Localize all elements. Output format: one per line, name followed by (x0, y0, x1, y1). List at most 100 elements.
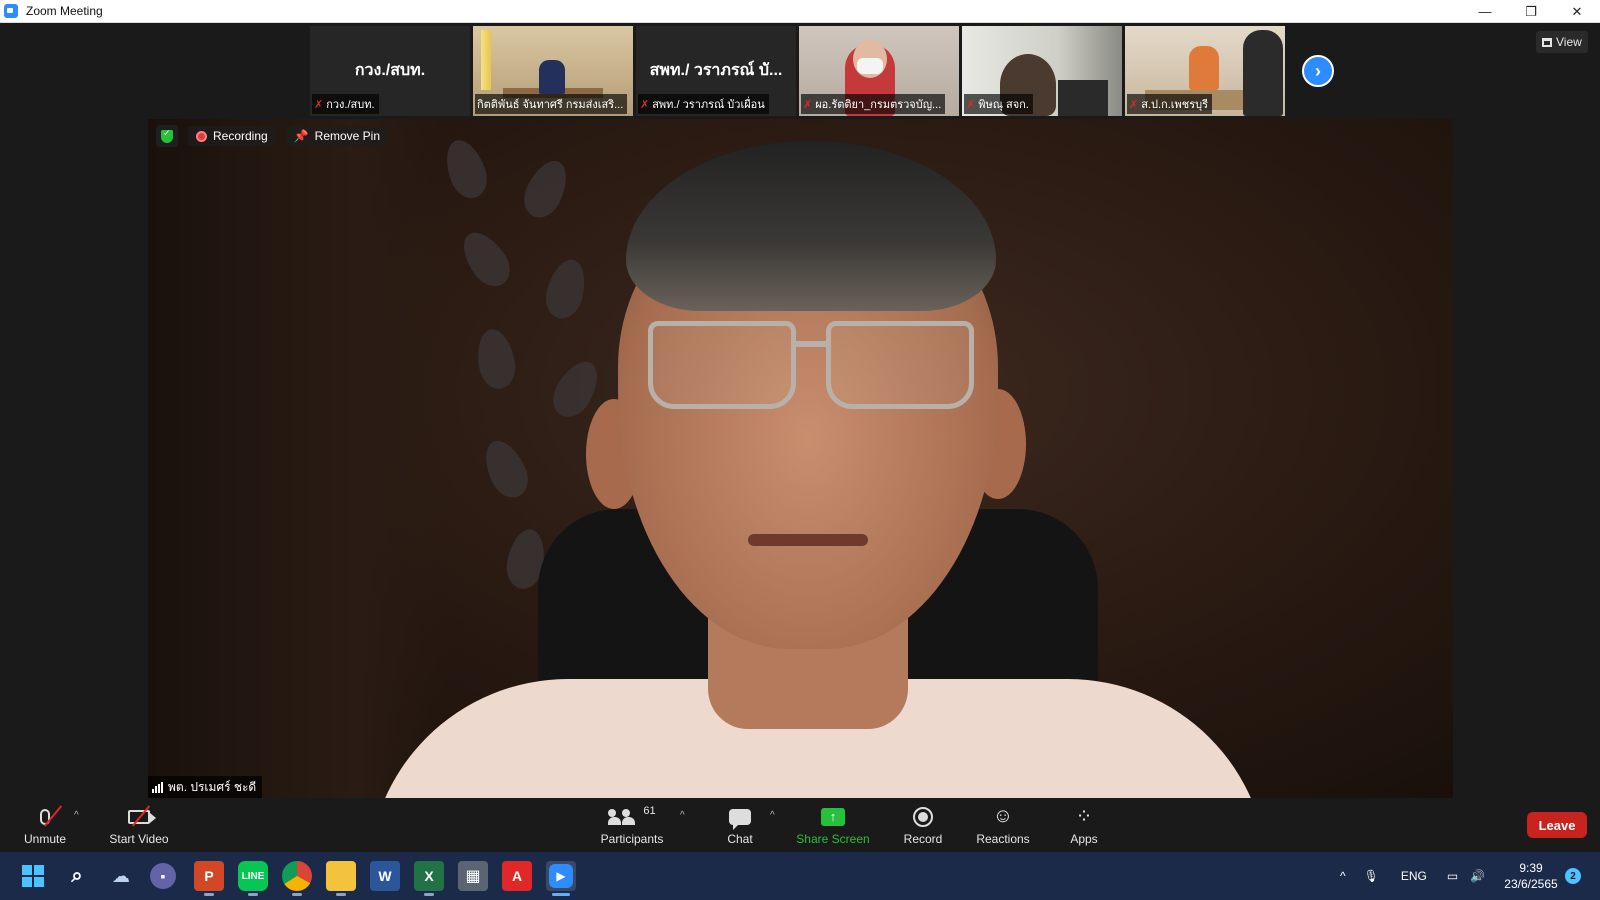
microphone-icon[interactable]: 🎙 (1364, 869, 1379, 883)
mouth-image (748, 534, 868, 546)
minimize-button[interactable]: — (1462, 0, 1508, 23)
grid-icon (1542, 37, 1552, 47)
apps-button[interactable]: ⁘ Apps (1066, 798, 1102, 852)
network-icon[interactable]: ▭ (1447, 869, 1458, 883)
start-video-label: Start Video (109, 831, 169, 846)
participant-tile[interactable]: ✗ พิษณุ สจก. (962, 26, 1122, 116)
remove-pin-button[interactable]: 📌 Remove Pin (285, 126, 389, 146)
muted-mic-icon (40, 804, 63, 829)
recording-label: Recording (213, 129, 268, 143)
share-screen-button[interactable]: ↑ Share Screen (796, 798, 870, 852)
participant-video (539, 60, 565, 94)
taskbar-clock[interactable]: 9:39 23/6/2565 (1495, 860, 1567, 892)
start-video-button[interactable]: Start Video (106, 798, 172, 852)
participants-count: 61 (643, 804, 656, 817)
system-tray: ^ 🎙 ENG ▭ 🔊 (1340, 852, 1485, 900)
recording-indicator[interactable]: Recording (188, 126, 276, 146)
language-indicator[interactable]: ENG (1401, 869, 1427, 883)
excel-icon[interactable]: X (414, 861, 444, 896)
security-shield-icon[interactable] (156, 125, 178, 147)
decor-leaf (473, 326, 519, 392)
chair-image (1058, 80, 1108, 116)
participants-icon: 61 (608, 804, 656, 829)
chat-options-chevron-icon[interactable]: ^ (770, 810, 775, 821)
participant-display-name: กวง./สบท. (354, 62, 426, 79)
show-hidden-icons-chevron-icon[interactable]: ^ (1340, 869, 1346, 883)
participant-video-2 (1243, 30, 1283, 116)
view-button[interactable]: View (1536, 31, 1588, 53)
window-title: Zoom Meeting (26, 4, 103, 18)
meeting-status-bar: Recording 📌 Remove Pin (156, 125, 389, 147)
participant-tile[interactable]: ✗ ผอ.รัตติยา_กรมตรวจบัญ... (799, 26, 959, 116)
audio-options-chevron-icon[interactable]: ^ (74, 810, 79, 821)
muted-mic-icon: ✗ (1129, 98, 1139, 111)
unmute-button[interactable]: Unmute (20, 798, 70, 852)
word-icon[interactable]: W (370, 861, 400, 891)
leave-button[interactable]: Leave (1527, 812, 1587, 838)
zoom-taskbar-icon[interactable]: ▶ (546, 861, 576, 896)
participant-name-label: ✗ พิษณุ สจก. (964, 94, 1033, 114)
record-label: Record (903, 831, 943, 846)
record-icon (913, 805, 933, 829)
chat-bubble-icon (729, 805, 751, 830)
close-button[interactable]: ✕ (1554, 0, 1600, 23)
remove-pin-label: Remove Pin (314, 129, 381, 143)
notification-badge[interactable]: 2 (1565, 868, 1581, 884)
background-wall (148, 119, 448, 799)
participant-tile[interactable]: สพท./ วราภรณ์ บั... ✗ สพท./ วราภรณ์ บัวเ… (636, 26, 796, 116)
chat-button[interactable]: Chat (720, 798, 760, 852)
participant-name-label: ✗ ส.ป.ก.เพชรบุรี (1127, 94, 1213, 114)
hair-image (626, 141, 996, 311)
meeting-area: กวง./สบท. ✗ กวง./สบท. กิตติพันธ์ จันทาศร… (0, 23, 1600, 799)
participant-name: กวง./สบท. (326, 99, 375, 111)
line-icon[interactable]: LINE (238, 861, 268, 896)
file-explorer-icon[interactable] (326, 861, 356, 896)
muted-mic-icon: ✗ (803, 98, 813, 111)
participants-button[interactable]: 61 Participants (596, 798, 668, 852)
face-mask (857, 58, 883, 74)
clock-date: 23/6/2565 (1504, 877, 1558, 891)
title-bar: Zoom Meeting — ❐ ✕ (0, 0, 1600, 23)
apps-icon: ⁘ (1075, 806, 1093, 828)
participant-video (1189, 46, 1219, 90)
decor-leaf (477, 434, 535, 504)
acrobat-icon[interactable]: A (502, 861, 532, 891)
volume-icon[interactable]: 🔊 (1470, 869, 1485, 883)
muted-mic-icon: ✗ (640, 98, 650, 111)
decor-leaf (517, 154, 575, 224)
weather-icon[interactable]: ☁ (106, 861, 136, 891)
participant-thumbnails: กวง./สบท. ✗ กวง./สบท. กิตติพันธ์ จันทาศร… (310, 26, 1285, 116)
participant-tile[interactable]: กิตติพันธ์ จันทาศรี กรมส่งเสริ... (473, 26, 633, 116)
muted-mic-icon: ✗ (314, 98, 324, 111)
share-screen-icon: ↑ (821, 805, 845, 829)
reactions-smiley-icon: ☺ (992, 805, 1014, 827)
participants-label: Participants (600, 831, 664, 846)
muted-mic-icon: ✗ (966, 98, 976, 111)
reactions-button[interactable]: ☺ Reactions (974, 798, 1032, 852)
participant-name: พิษณุ สจก. (978, 99, 1029, 111)
main-speaker-video[interactable]: Recording 📌 Remove Pin พต. ปรเมศร์ ชะดี (148, 119, 1453, 799)
teams-chat-icon[interactable]: ▪ (150, 863, 176, 889)
share-screen-label: Share Screen (796, 831, 870, 846)
restore-button[interactable]: ❐ (1508, 0, 1554, 23)
participant-display-name: สพท./ วราภรณ์ บั... (649, 62, 783, 79)
participant-name: สพท./ วราภรณ์ บัวเผื่อน (652, 99, 765, 111)
participant-tile[interactable]: กวง./สบท. ✗ กวง./สบท. (310, 26, 470, 116)
windows-start-icon[interactable] (18, 861, 48, 891)
record-button[interactable]: Record (898, 798, 948, 852)
participant-tile[interactable]: ✗ ส.ป.ก.เพชรบุรี (1125, 26, 1285, 116)
search-icon[interactable]: ⌕ (62, 861, 92, 891)
calculator-icon[interactable]: ▦ (458, 861, 488, 891)
participant-name-label: กิตติพันธ์ จันทาศรี กรมส่งเสริ... (475, 94, 628, 114)
meeting-toolbar: Unmute ^ Start Video 61 Participants ^ C… (0, 798, 1600, 852)
signal-strength-icon (152, 782, 163, 793)
powerpoint-icon[interactable]: P (194, 861, 224, 896)
pin-icon: 📌 (293, 129, 309, 143)
participant-name: ส.ป.ก.เพชรบุรี (1141, 99, 1209, 111)
chat-label: Chat (727, 831, 753, 846)
next-page-arrow-icon[interactable]: › (1302, 55, 1334, 87)
chrome-icon[interactable] (282, 861, 312, 896)
participants-options-chevron-icon[interactable]: ^ (680, 810, 685, 821)
glasses-lens (648, 321, 796, 409)
zoom-app-icon (4, 4, 18, 18)
